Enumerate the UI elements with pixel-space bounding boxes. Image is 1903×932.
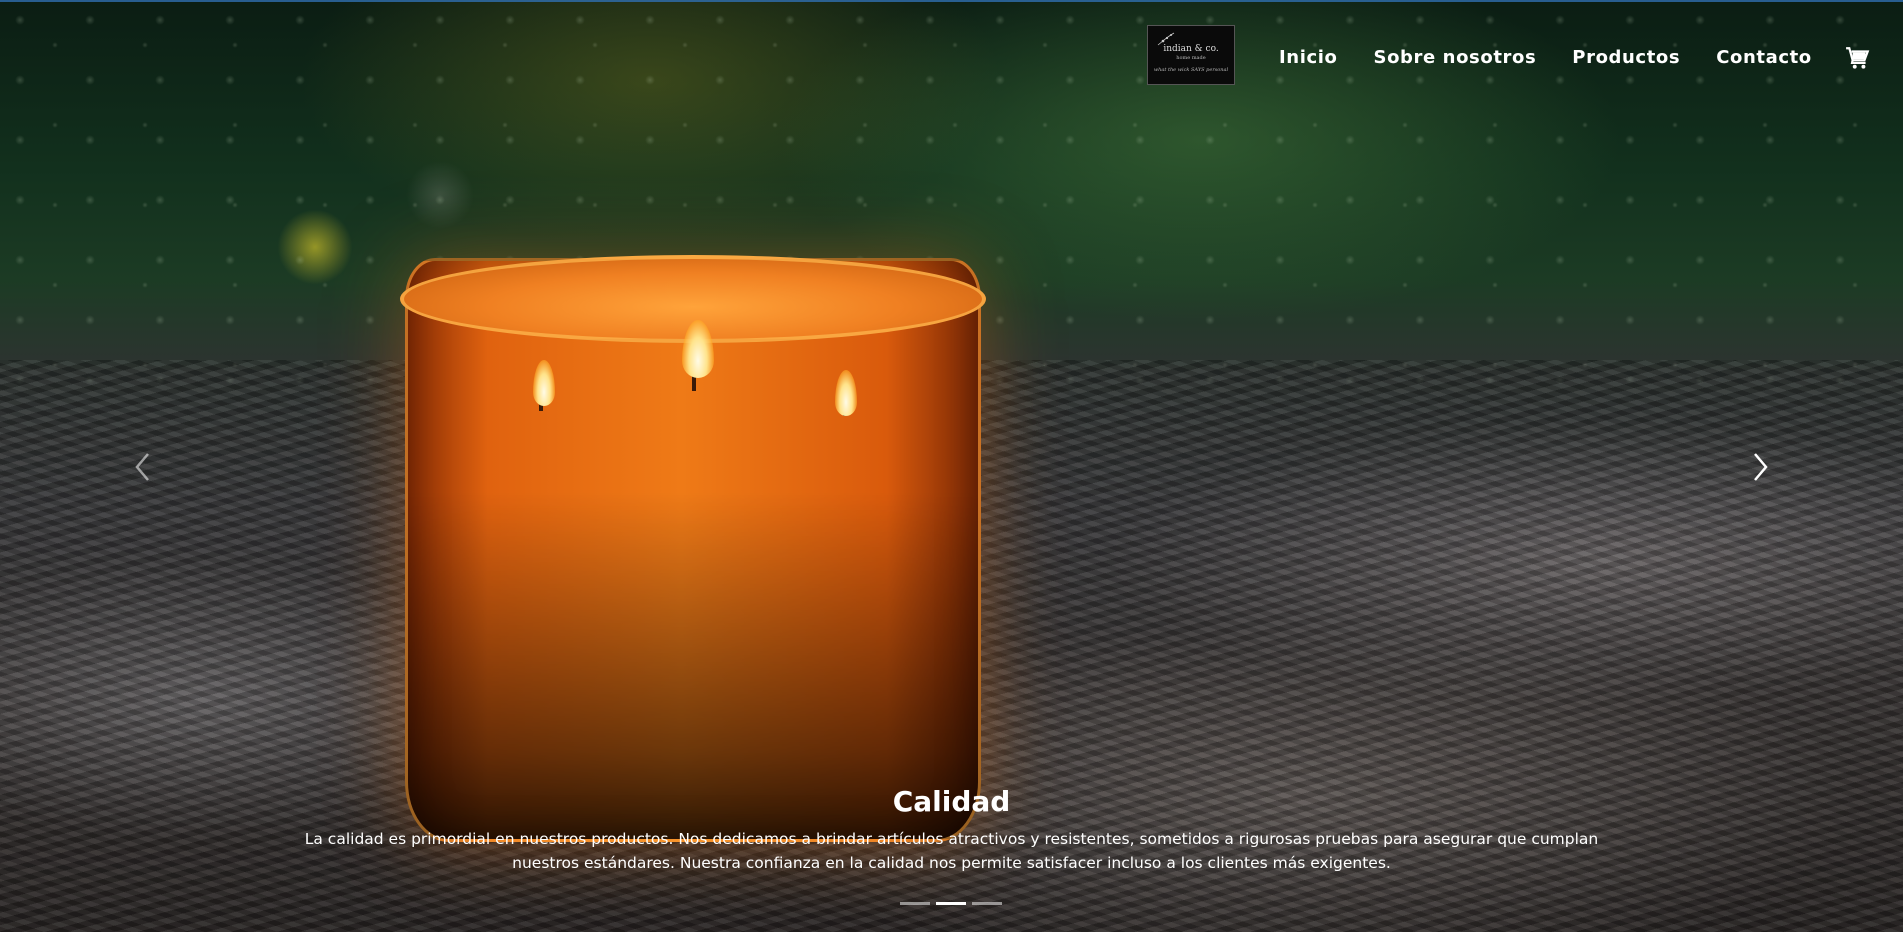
- brand-logo[interactable]: indian & co. home made what the wick SAY…: [1147, 25, 1235, 85]
- caption-title: Calidad: [892, 785, 1011, 818]
- logo-tagline: what the wick SAYS personal: [1153, 67, 1229, 73]
- caption-text: La calidad es primordial en nuestros pro…: [304, 830, 1599, 872]
- hero-carousel: indian & co. home made what the wick SAY…: [0, 0, 1903, 932]
- nav-link-sobre-nosotros[interactable]: Sobre nosotros: [1374, 47, 1537, 68]
- nav-link-productos[interactable]: Productos: [1572, 47, 1680, 68]
- cart-icon[interactable]: [1845, 45, 1871, 71]
- logo-subname: home made: [1176, 55, 1206, 61]
- chevron-right-icon[interactable]: [1745, 450, 1775, 484]
- nav-links: Inicio Sobre nosotros Productos Contacto: [1279, 47, 1848, 68]
- carousel-indicator[interactable]: [900, 902, 930, 905]
- nav-link-contacto[interactable]: Contacto: [1716, 47, 1812, 68]
- carousel-caption: Calidad La calidad es primordial en nues…: [0, 785, 1903, 875]
- chevron-left-icon[interactable]: [128, 450, 158, 484]
- carousel-indicator-active[interactable]: [936, 902, 966, 905]
- carousel-indicators: [900, 902, 1002, 905]
- top-navbar: indian & co. home made what the wick SAY…: [0, 0, 1903, 110]
- sprig-icon: [1157, 32, 1175, 46]
- nav-link-inicio[interactable]: Inicio: [1279, 47, 1338, 68]
- carousel-indicator[interactable]: [972, 902, 1002, 905]
